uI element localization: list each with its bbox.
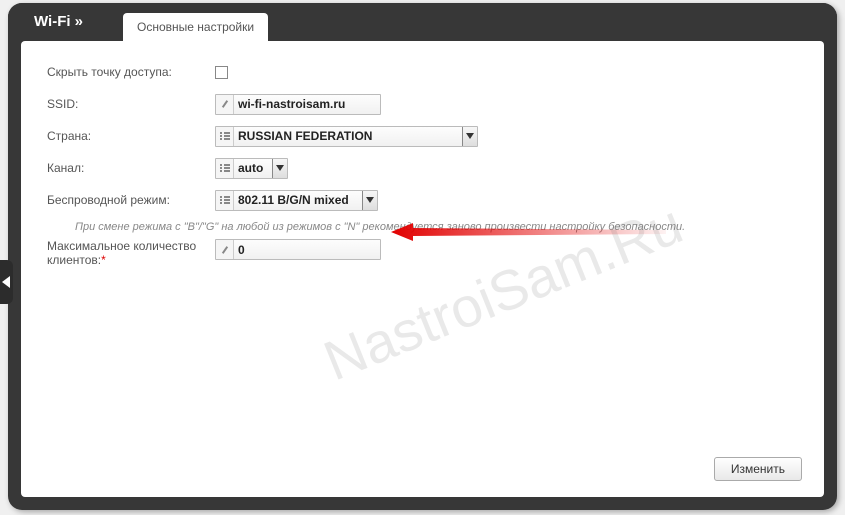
submit-button[interactable]: Изменить — [714, 457, 802, 481]
max-clients-field-wrap — [215, 239, 381, 260]
label-max-clients-l1: Максимальное количество — [47, 239, 196, 253]
sidebar-toggle[interactable] — [0, 260, 13, 304]
chevron-down-icon — [362, 191, 377, 210]
label-country: Страна: — [47, 129, 215, 143]
row-channel: Канал: auto — [47, 157, 802, 179]
content-panel: Скрыть точку доступа: SSID: Страна: RUSS… — [21, 41, 824, 497]
list-icon — [216, 127, 234, 146]
label-max-clients: Максимальное количество клиентов:* — [47, 239, 215, 268]
list-icon — [216, 191, 234, 210]
label-channel: Канал: — [47, 161, 215, 175]
section-title: Wi-Fi » — [34, 13, 83, 30]
label-wireless-mode: Беспроводной режим: — [47, 193, 215, 207]
max-clients-input[interactable] — [234, 240, 380, 259]
ssid-input[interactable] — [234, 95, 380, 114]
wireless-mode-value: 802.11 B/G/N mixed — [234, 191, 362, 210]
label-hide-ap: Скрыть точку доступа: — [47, 65, 215, 79]
row-country: Страна: RUSSIAN FEDERATION — [47, 125, 802, 147]
header-bar: Wi-Fi » Основные настройки — [8, 3, 837, 41]
wireless-mode-select[interactable]: 802.11 B/G/N mixed — [215, 190, 378, 211]
row-ssid: SSID: — [47, 93, 802, 115]
pencil-icon — [216, 240, 234, 259]
label-max-clients-l2: клиентов: — [47, 253, 101, 267]
chevron-down-icon — [272, 159, 287, 178]
app-frame: Wi-Fi » Основные настройки Скрыть точку … — [8, 3, 837, 510]
channel-value: auto — [234, 159, 272, 178]
list-icon — [216, 159, 234, 178]
country-select[interactable]: RUSSIAN FEDERATION — [215, 126, 478, 147]
mode-change-hint: При смене режима с "B"/"G" на любой из р… — [47, 221, 802, 233]
label-ssid: SSID: — [47, 97, 215, 111]
chevron-down-icon — [462, 127, 477, 146]
row-hide-ap: Скрыть точку доступа: — [47, 61, 802, 83]
pencil-icon — [216, 95, 234, 114]
row-max-clients: Максимальное количество клиентов:* — [47, 239, 802, 268]
row-wireless-mode: Беспроводной режим: 802.11 B/G/N mixed — [47, 189, 802, 211]
checkbox-hide-ap[interactable] — [215, 66, 228, 79]
country-value: RUSSIAN FEDERATION — [234, 127, 462, 146]
required-asterisk: * — [101, 253, 106, 267]
channel-select[interactable]: auto — [215, 158, 288, 179]
ssid-field-wrap — [215, 94, 381, 115]
tab-basic-settings[interactable]: Основные настройки — [123, 13, 268, 41]
